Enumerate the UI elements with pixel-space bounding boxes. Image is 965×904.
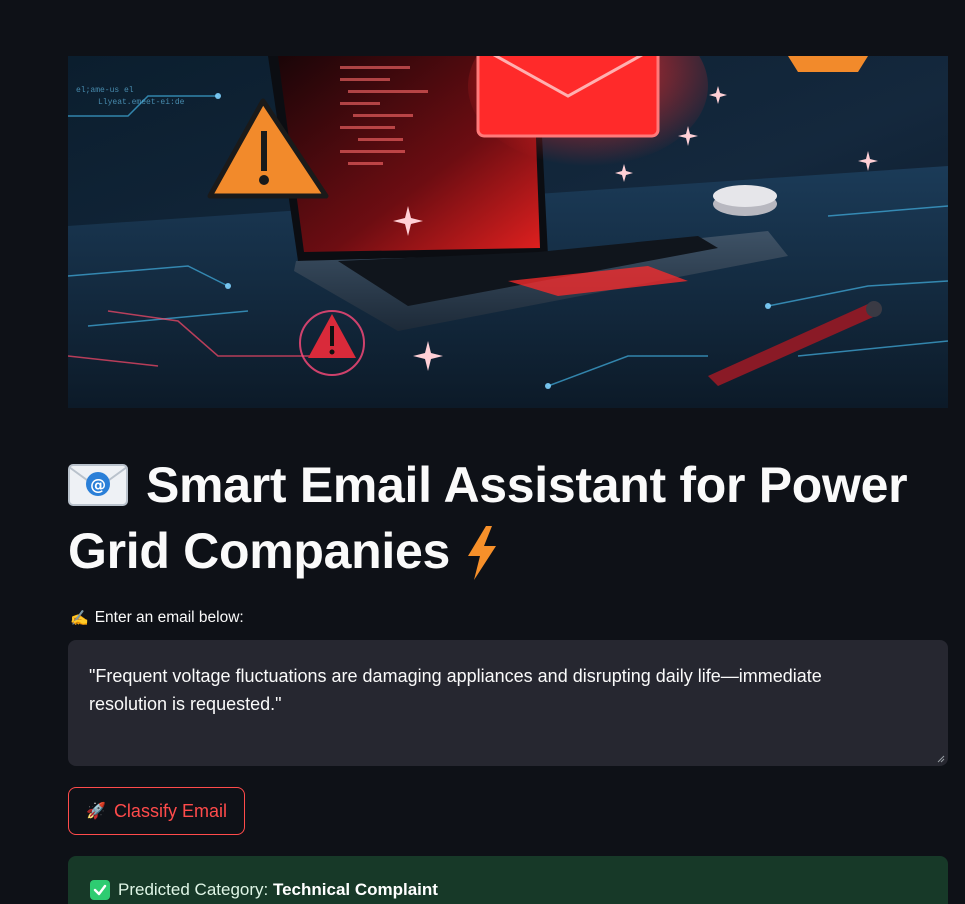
- check-mark-icon: [90, 880, 110, 900]
- lightning-emoji-icon: [464, 526, 500, 580]
- hero-banner-image: el;ame-us el Llyeat.emeet-ei:de: [68, 56, 948, 408]
- prediction-result-box: Predicted Category: Technical Complaint: [68, 856, 948, 904]
- svg-text:el;ame-us el: el;ame-us el: [76, 86, 134, 95]
- rocket-icon: 🚀: [86, 803, 106, 820]
- app-page: el;ame-us el Llyeat.emeet-ei:de @ Smart …: [0, 0, 965, 904]
- classify-email-label: Classify Email: [113, 800, 227, 821]
- prediction-prefix: Predicted Category:: [118, 880, 273, 899]
- email-input-label: ✍️ Enter an email below:: [70, 609, 244, 627]
- prediction-result-line: Predicted Category: Technical Complaint: [90, 880, 438, 900]
- resize-grip-icon[interactable]: [937, 755, 945, 763]
- classify-email-button[interactable]: 🚀 Classify Email: [68, 787, 245, 835]
- page-title: @ Smart Email Assistant for Power Grid C…: [68, 452, 948, 584]
- email-input-label-text: Enter an email below:: [94, 609, 244, 626]
- writing-hand-icon: ✍️: [70, 610, 89, 627]
- svg-text:@: @: [90, 475, 106, 494]
- svg-text:Llyeat.emeet-ei:de: Llyeat.emeet-ei:de: [98, 98, 185, 107]
- email-textarea[interactable]: "Frequent voltage fluctuations are damag…: [68, 640, 948, 766]
- predicted-category: Technical Complaint: [272, 880, 438, 899]
- email-textarea-container: "Frequent voltage fluctuations are damag…: [68, 640, 948, 766]
- envelope-emoji-icon: @: [68, 458, 128, 506]
